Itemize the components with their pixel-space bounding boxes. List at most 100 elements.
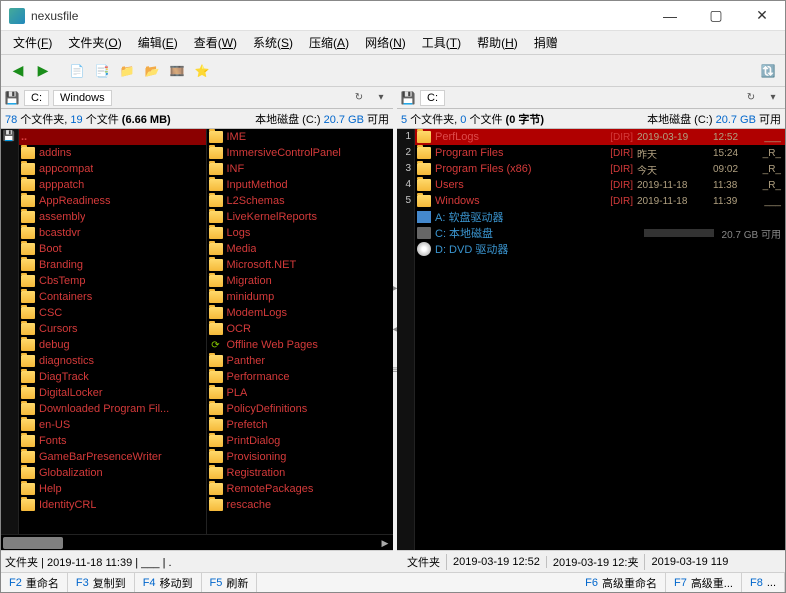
fn-f6[interactable]: F6高级重命名 [577,573,666,592]
view-button[interactable]: 🎞️ [166,60,188,82]
fn-f8[interactable]: F8... [742,573,785,592]
file-row[interactable]: INF [207,161,394,177]
file-row[interactable]: PerfLogs[DIR]2019-03-1912:52___ [415,129,785,145]
left-hscroll[interactable]: ◀ ▶ [1,534,393,550]
menu-A[interactable]: 压缩(A) [301,32,357,53]
minimize-button[interactable]: — [647,1,693,31]
settings-button[interactable]: 🔃 [757,60,779,82]
scroll-right-icon[interactable]: ▶ [377,535,393,551]
file-row[interactable]: CSC [19,305,206,321]
folder-icon [21,499,35,511]
file-row[interactable]: ModemLogs [207,305,394,321]
file-row[interactable]: Help [19,481,206,497]
scroll-thumb[interactable] [3,537,63,549]
folder-button[interactable]: 📁 [116,60,138,82]
file-row[interactable]: en-US [19,417,206,433]
menu-S[interactable]: 系统(S) [245,32,301,53]
file-row[interactable]: PLA [207,385,394,401]
file-row[interactable]: Provisioning [207,449,394,465]
file-row[interactable]: assembly [19,209,206,225]
breadcrumb-seg[interactable]: C: [24,90,49,106]
drive-row[interactable]: A: 软盘驱动器 [415,209,785,225]
file-row[interactable]: PolicyDefinitions [207,401,394,417]
file-row[interactable]: Fonts [19,433,206,449]
file-row[interactable]: Containers [19,289,206,305]
file-row[interactable]: Prefetch [207,417,394,433]
file-row[interactable]: L2Schemas [207,193,394,209]
file-row[interactable]: DiagTrack [19,369,206,385]
file-row[interactable]: OCR [207,321,394,337]
file-row[interactable]: RemotePackages [207,481,394,497]
file-row[interactable]: Program Files[DIR]昨天15:24_R_ [415,145,785,161]
file-row[interactable]: IME [207,129,394,145]
file-row[interactable]: GameBarPresenceWriter [19,449,206,465]
file-row[interactable]: CbsTemp [19,273,206,289]
file-row[interactable]: Microsoft.NET [207,257,394,273]
file-row[interactable]: Users[DIR]2019-11-1811:38_R_ [415,177,785,193]
back-button[interactable]: ◀ [7,60,29,82]
file-row[interactable]: apppatch [19,177,206,193]
file-row[interactable]: Windows[DIR]2019-11-1811:39___ [415,193,785,209]
right-file-area[interactable]: 12345 PerfLogs[DIR]2019-03-1912:52___Pro… [397,129,785,550]
file-row[interactable]: bcastdvr [19,225,206,241]
menu-W[interactable]: 查看(W) [186,32,245,53]
file-row[interactable]: Program Files (x86)[DIR]今天09:02_R_ [415,161,785,177]
file-row[interactable]: Media [207,241,394,257]
fn-f3[interactable]: F3复制到 [68,573,135,592]
menu-捐赠[interactable]: 捐赠 [526,32,566,53]
new-file-button[interactable]: 📄 [66,60,88,82]
file-row[interactable]: Cursors [19,321,206,337]
file-row[interactable]: LiveKernelReports [207,209,394,225]
file-row[interactable]: debug [19,337,206,353]
open-button[interactable]: 📂 [141,60,163,82]
menu-H[interactable]: 帮助(H) [469,32,526,53]
file-row[interactable]: DigitalLocker [19,385,206,401]
fn-f7[interactable]: F7高级重... [666,573,742,592]
menu-O[interactable]: 文件夹(O) [60,32,129,53]
menu-N[interactable]: 网络(N) [357,32,414,53]
file-row[interactable]: rescache [207,497,394,513]
breadcrumb-seg[interactable]: Windows [53,90,112,106]
fn-f4[interactable]: F4移动到 [135,573,202,592]
file-row[interactable]: Downloaded Program Fil... [19,401,206,417]
file-row[interactable]: PrintDialog [207,433,394,449]
fn-f5[interactable]: F5刷新 [202,573,258,592]
dropdown-icon[interactable]: ▾ [372,89,390,107]
refresh-icon[interactable]: ↻ [350,89,368,107]
copy-button[interactable]: 📑 [91,60,113,82]
file-row[interactable]: appcompat [19,161,206,177]
file-row[interactable]: ⟳Offline Web Pages [207,337,394,353]
menu-T[interactable]: 工具(T) [414,32,469,53]
file-row[interactable]: AppReadiness [19,193,206,209]
dropdown-icon[interactable]: ▾ [764,89,782,107]
parent-dir-row[interactable]: .. [19,129,206,145]
breadcrumb-seg[interactable]: C: [420,90,445,106]
forward-button[interactable]: ▶ [32,60,54,82]
file-row[interactable]: Logs [207,225,394,241]
file-row[interactable]: minidump [207,289,394,305]
file-row[interactable]: Registration [207,465,394,481]
left-file-area[interactable]: 💾 .. addinsappcompatapppatchAppReadiness… [1,129,393,534]
drive-row[interactable]: D: DVD 驱动器 [415,241,785,257]
maximize-button[interactable]: ▢ [693,1,739,31]
fn-f2[interactable]: F2重命名 [1,573,68,592]
file-row[interactable]: Migration [207,273,394,289]
drive-row[interactable]: C: 本地磁盘20.7 GB 可用 [415,225,785,241]
file-row[interactable]: Performance [207,369,394,385]
file-row[interactable]: Globalization [19,465,206,481]
file-row[interactable]: Panther [207,353,394,369]
file-row[interactable]: addins [19,145,206,161]
refresh-icon[interactable]: ↻ [742,89,760,107]
file-name: LiveKernelReports [227,211,318,223]
file-row[interactable]: diagnostics [19,353,206,369]
menu-E[interactable]: 编辑(E) [130,32,186,53]
file-row[interactable]: Branding [19,257,206,273]
file-row[interactable]: ImmersiveControlPanel [207,145,394,161]
file-row[interactable]: InputMethod [207,177,394,193]
file-row[interactable]: IdentityCRL [19,497,206,513]
close-button[interactable]: ✕ [739,1,785,31]
menu-F[interactable]: 文件(F) [5,32,60,53]
file-row[interactable]: Boot [19,241,206,257]
favorite-button[interactable]: ⭐ [191,60,213,82]
folder-icon [417,131,431,143]
